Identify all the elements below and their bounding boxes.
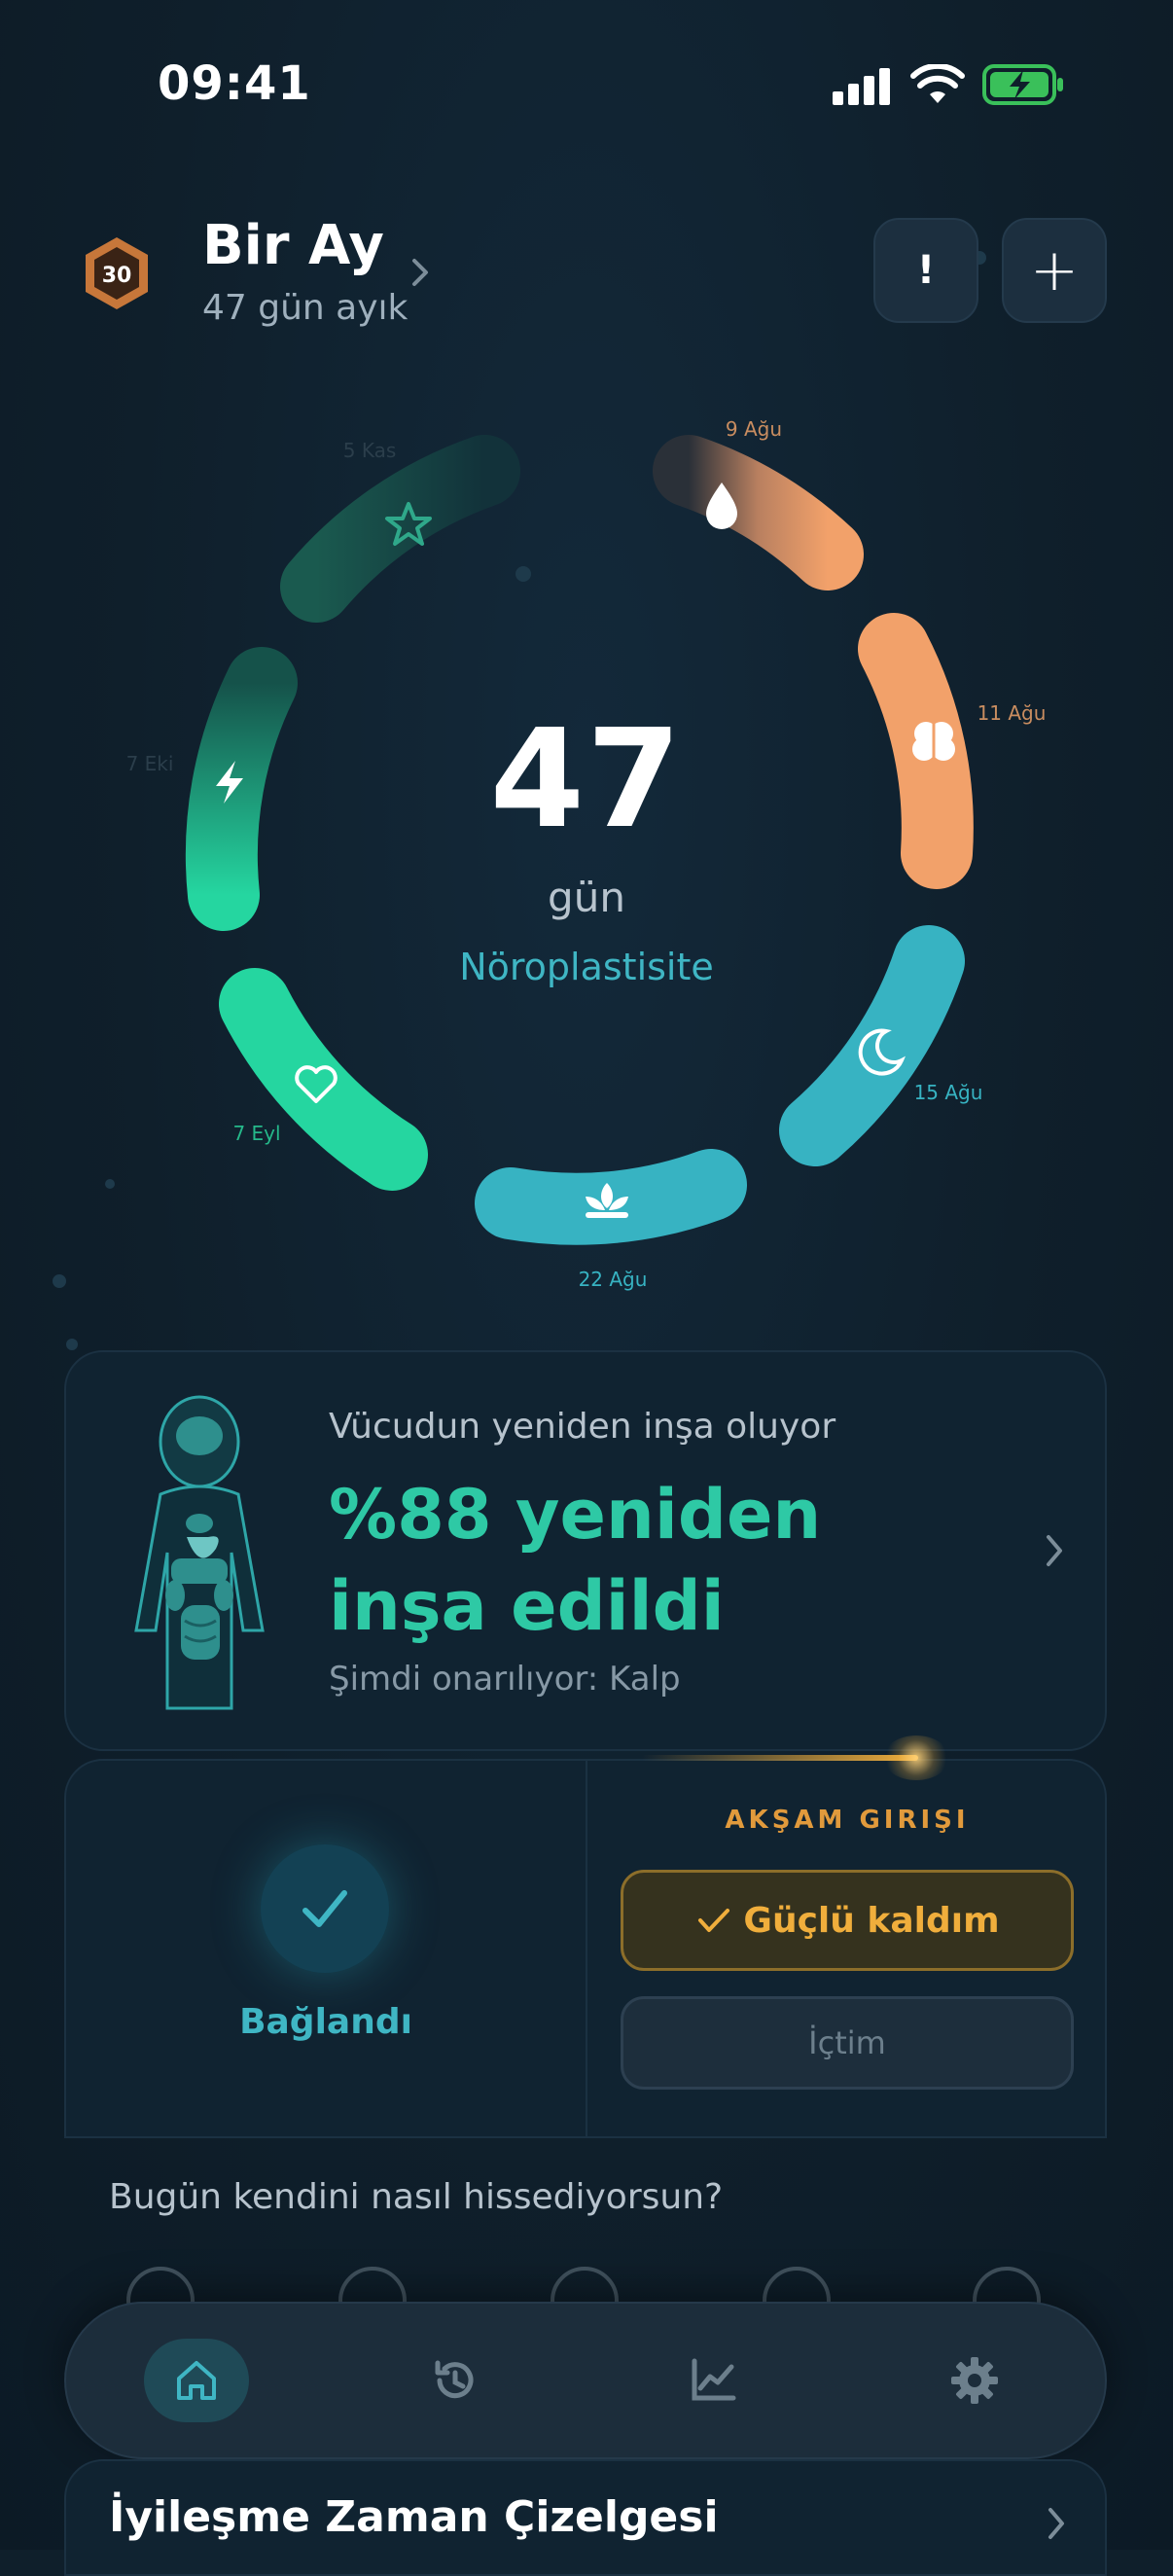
- chevron-right-icon[interactable]: [1045, 2504, 1068, 2547]
- nav-history[interactable]: [403, 2339, 508, 2422]
- drank-button[interactable]: İçtim: [621, 1996, 1074, 2090]
- stayed-strong-label: Güçlü kaldım: [743, 1900, 1000, 1941]
- app-screen: 09:41 30 Bir Ay 47 gün ayık ! + 5 Kas 9 …: [0, 0, 1173, 2576]
- ring-date: 22 Ağu: [579, 1268, 648, 1291]
- history-icon: [435, 2360, 474, 2399]
- rebuild-percentage: %88 yeniden inşa edildi: [329, 1475, 822, 1646]
- connected-label: Bağlandı: [239, 2002, 412, 2042]
- stayed-strong-button[interactable]: Güçlü kaldım: [621, 1870, 1074, 1971]
- ring-date: 5 Kas: [343, 439, 397, 462]
- ring-date: 15 Ağu: [914, 1081, 983, 1104]
- mood-question: Bugün kendini nasıl hissediyorsun?: [109, 2177, 724, 2217]
- day-unit: gün: [548, 874, 625, 921]
- nav-stats[interactable]: [661, 2339, 766, 2422]
- settings-icon: [951, 2357, 998, 2404]
- glow-dot: [883, 1735, 949, 1780]
- chevron-right-icon[interactable]: [1043, 1531, 1066, 1574]
- nav-settings[interactable]: [922, 2339, 1027, 2422]
- bottom-nav: [64, 2302, 1107, 2459]
- rebuild-kicker: Vücudun yeniden inşa oluyor: [329, 1407, 836, 1447]
- recovery-timeline-title: İyileşme Zaman Çizelgesi: [109, 2492, 719, 2542]
- check-icon: [698, 1909, 730, 1932]
- home-icon: [177, 2361, 216, 2400]
- body-figure-icon: [134, 1395, 265, 1710]
- stage-label: Nöroplastisite: [459, 946, 714, 988]
- connected-check-button[interactable]: [261, 1844, 389, 1973]
- chart-icon: [692, 2358, 736, 2401]
- nav-home[interactable]: [144, 2339, 249, 2422]
- day-counter: 47: [489, 700, 684, 859]
- glow-line: [642, 1755, 918, 1761]
- progress-ring: 5 Kas 9 Ağu 11 Ağu 15 Ağu 22 Ağu 7 Eyl 7…: [126, 417, 1047, 1291]
- ring-date: 7 Eyl: [232, 1122, 280, 1145]
- evening-checkin-label: AKŞAM GIRIŞI: [725, 1806, 970, 1835]
- check-icon: [302, 1890, 347, 1927]
- ring-date: 9 Ağu: [726, 417, 782, 441]
- drank-label: İçtim: [808, 2024, 886, 2061]
- rebuild-current-organ: Şimdi onarılıyor: Kalp: [329, 1660, 681, 1699]
